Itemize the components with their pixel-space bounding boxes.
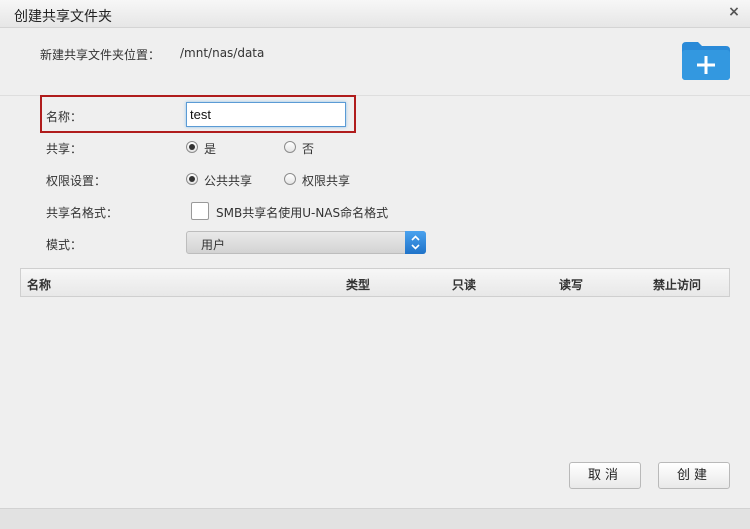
updown-arrow-icon[interactable] [405, 231, 426, 254]
mode-label: 模式： [46, 238, 83, 252]
name-label: 名称： [46, 110, 83, 124]
window-title: 创建共享文件夹 [14, 9, 112, 25]
create-button[interactable]: 创建 [658, 462, 730, 489]
permission-label: 权限设置： [46, 174, 107, 188]
smb-format-label: SMB共享名使用U-NAS命名格式 [216, 206, 389, 220]
location-value: /mnt/nas/data [180, 46, 265, 60]
title-bar: 创建共享文件夹 × [0, 0, 750, 28]
share-no-radio[interactable] [284, 141, 296, 153]
permission-table-header: 名称 类型 只读 读写 禁止访问 [20, 268, 730, 297]
cancel-button[interactable]: 取消 [569, 462, 641, 489]
footer-bar [0, 508, 750, 529]
perm-public-radio[interactable] [186, 173, 198, 185]
perm-restricted-radio[interactable] [284, 173, 296, 185]
column-name: 名称 [27, 278, 52, 292]
smb-format-checkbox[interactable] [191, 202, 209, 220]
close-icon[interactable]: × [726, 4, 742, 20]
folder-add-icon[interactable] [682, 42, 730, 80]
location-header: 新建共享文件夹位置： /mnt/nas/data [0, 28, 750, 96]
mode-select[interactable]: 用户 [186, 231, 426, 254]
share-yes-radio[interactable] [186, 141, 198, 153]
column-type: 类型 [346, 278, 371, 292]
share-no-label: 否 [302, 142, 315, 156]
share-yes-label: 是 [204, 142, 217, 156]
name-input[interactable] [186, 102, 346, 127]
share-format-label: 共享名格式： [46, 206, 119, 220]
perm-restricted-label: 权限共享 [302, 174, 351, 188]
mode-select-value: 用户 [201, 238, 226, 252]
column-noaccess: 禁止访问 [653, 278, 702, 292]
column-readonly: 只读 [452, 278, 477, 292]
location-label: 新建共享文件夹位置： [40, 48, 161, 62]
column-readwrite: 读写 [559, 278, 584, 292]
perm-public-label: 公共共享 [204, 174, 253, 188]
share-label: 共享： [46, 142, 83, 156]
